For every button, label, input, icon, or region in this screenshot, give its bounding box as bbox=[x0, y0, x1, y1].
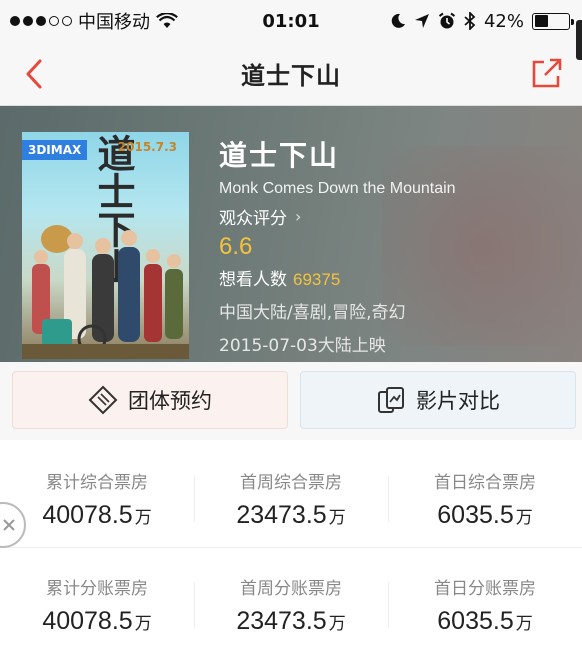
stat-label: 累计分账票房 bbox=[46, 579, 148, 599]
stat-number: 40078.5 bbox=[42, 607, 133, 635]
status-left: 中国移动 bbox=[10, 8, 178, 34]
stat-number: 40078.5 bbox=[42, 501, 133, 529]
movie-title-english: Monk Comes Down the Mountain bbox=[219, 180, 456, 197]
stat-unit: 万 bbox=[328, 508, 346, 528]
stat-unit: 万 bbox=[515, 508, 533, 528]
poster-figures-art bbox=[22, 225, 189, 359]
stat-number: 6035.5 bbox=[437, 501, 514, 529]
status-right: 42% bbox=[390, 10, 574, 32]
wifi-icon bbox=[156, 13, 178, 28]
compare-button[interactable]: 影片对比 bbox=[300, 371, 576, 429]
stat-value: 23473.5 万 bbox=[194, 607, 388, 636]
stat-value: 40078.5 万 bbox=[0, 607, 194, 636]
signal-icon bbox=[10, 16, 72, 26]
location-icon bbox=[414, 14, 429, 28]
format-badge: 3DIMAX bbox=[22, 140, 88, 160]
edge-handle bbox=[576, 20, 582, 60]
stat-cell: 累计分账票房 40078.5 万 bbox=[0, 554, 194, 647]
stat-row-split: 累计分账票房 40078.5 万 首周分账票房 23473.5 万 首日分账票房 6… bbox=[0, 554, 582, 647]
movie-header: 3DIMAX 道士下山 2015.7.3 道士下山 Monk Comes Dow… bbox=[0, 106, 582, 362]
battery-icon bbox=[532, 12, 574, 30]
stat-value: 6035.5 万 bbox=[388, 501, 582, 530]
movie-poster[interactable]: 3DIMAX 道士下山 2015.7.3 bbox=[22, 132, 189, 359]
carrier-label: 中国移动 bbox=[78, 12, 150, 33]
want-label: 想看人数 bbox=[219, 270, 287, 290]
poster-date: 2015.7.3 bbox=[117, 140, 177, 154]
stat-cell: 首日分账票房 6035.5 万 bbox=[388, 554, 582, 647]
battery-percent: 42% bbox=[483, 10, 524, 32]
rating-label: 观众评分 bbox=[219, 209, 287, 229]
movie-genre: 中国大陆/喜剧,冒险,奇幻 bbox=[219, 303, 406, 323]
release-date: 2015-07-03大陆上映 bbox=[219, 336, 386, 356]
stat-unit: 万 bbox=[515, 614, 533, 634]
stat-unit: 万 bbox=[134, 508, 152, 528]
row-divider bbox=[0, 547, 582, 548]
audience-rating-link[interactable]: 观众评分 › bbox=[219, 204, 456, 229]
action-bar: 团体预约 影片对比 bbox=[0, 362, 582, 440]
back-chevron-icon[interactable] bbox=[20, 56, 50, 92]
page-title: 道士下山 bbox=[241, 62, 341, 90]
stat-label: 首日分账票房 bbox=[434, 579, 536, 599]
ticket-icon bbox=[88, 385, 118, 415]
compare-label: 影片对比 bbox=[416, 389, 500, 413]
stat-label: 首周综合票房 bbox=[240, 473, 342, 493]
stat-label: 累计综合票房 bbox=[46, 473, 148, 493]
stat-unit: 万 bbox=[134, 614, 152, 634]
stat-number: 6035.5 bbox=[437, 607, 514, 635]
stat-number: 23473.5 bbox=[236, 607, 327, 635]
stat-number: 23473.5 bbox=[236, 501, 327, 529]
stat-label: 首周分账票房 bbox=[240, 579, 342, 599]
battery-level bbox=[534, 15, 549, 27]
want-to-see: 想看人数 69375 bbox=[219, 265, 456, 290]
stat-cell: 累计综合票房 40078.5 万 bbox=[0, 448, 194, 551]
stat-value: 6035.5 万 bbox=[388, 607, 582, 636]
stat-cell: 首日综合票房 6035.5 万 bbox=[388, 448, 582, 551]
movie-title: 道士下山 bbox=[219, 139, 340, 172]
group-booking-button[interactable]: 团体预约 bbox=[12, 371, 288, 429]
group-booking-label: 团体预约 bbox=[128, 389, 212, 413]
close-icon bbox=[3, 519, 15, 531]
stat-row-total: 累计综合票房 40078.5 万 首周综合票房 23473.5 万 首日综合票房 6… bbox=[0, 448, 582, 551]
compare-icon bbox=[378, 387, 404, 413]
nav-bar: 道士下山 bbox=[0, 42, 582, 106]
chevron-right-icon: › bbox=[295, 207, 302, 226]
stat-value: 40078.5 万 bbox=[0, 501, 194, 530]
movie-info: 道士下山 Monk Comes Down the Mountain 观众评分 ›… bbox=[219, 134, 456, 356]
stat-unit: 万 bbox=[328, 614, 346, 634]
stat-cell: 首周综合票房 23473.5 万 bbox=[194, 448, 388, 551]
bluetooth-icon bbox=[464, 12, 476, 30]
rating-score: 6.6 bbox=[219, 233, 253, 260]
box-office-stats: 累计综合票房 40078.5 万 首周综合票房 23473.5 万 首日综合票房 6… bbox=[0, 440, 582, 647]
stat-value: 23473.5 万 bbox=[194, 501, 388, 530]
stat-cell: 首周分账票房 23473.5 万 bbox=[194, 554, 388, 647]
want-count: 69375 bbox=[293, 270, 341, 289]
status-bar: 中国移动 01:01 42% bbox=[0, 0, 582, 42]
moon-icon bbox=[391, 13, 405, 28]
share-icon[interactable] bbox=[530, 56, 564, 90]
alarm-icon bbox=[438, 12, 456, 29]
stat-label: 首日综合票房 bbox=[434, 473, 536, 493]
